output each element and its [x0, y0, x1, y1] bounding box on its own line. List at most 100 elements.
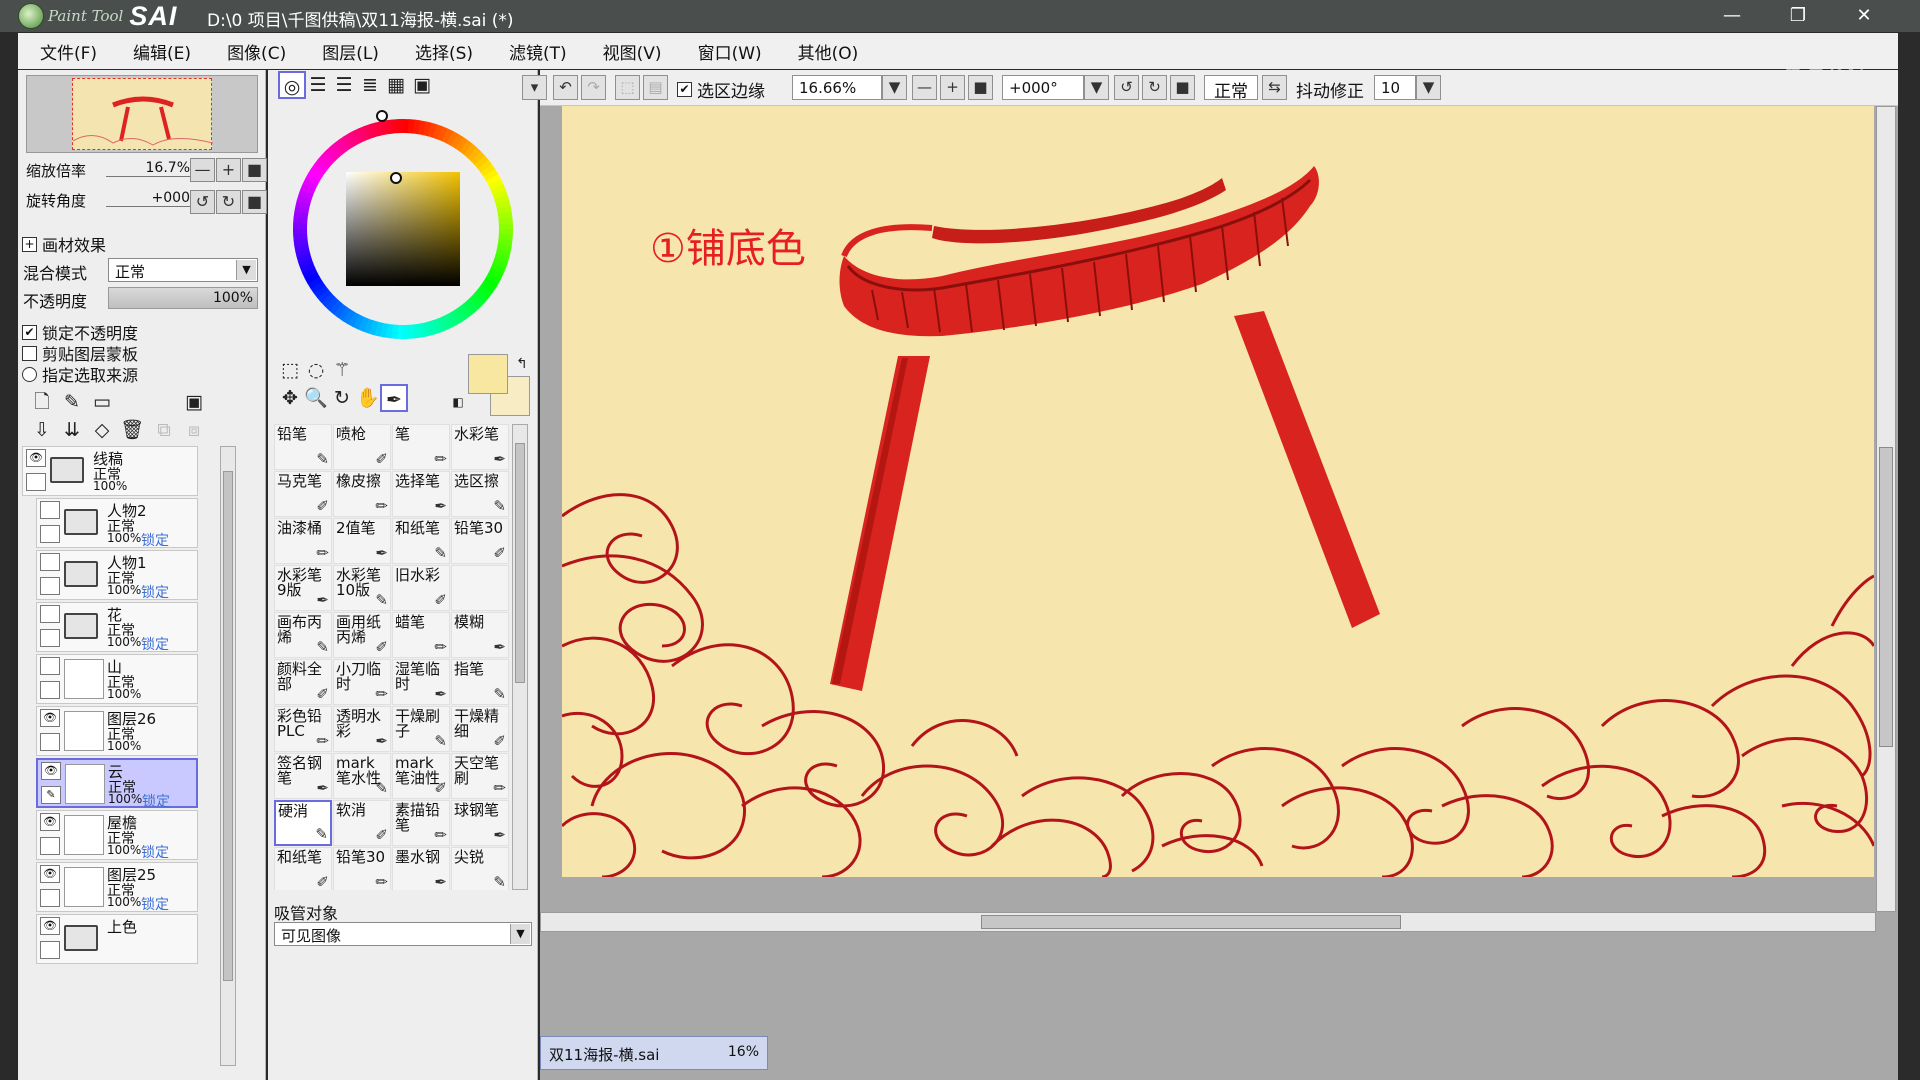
layer-row[interactable]: 花正常 100% 锁定	[36, 602, 198, 653]
zoom-out-icon[interactable]: —	[912, 75, 937, 100]
brush-slot[interactable]: 蜡笔 ✏	[392, 612, 450, 658]
transfer-down-icon[interactable]: ⇩	[28, 416, 56, 444]
merge-down-icon[interactable]: ⇊	[58, 416, 86, 444]
color-mix-tab-icon[interactable]: ≣	[356, 71, 384, 99]
toolbar-menu-icon[interactable]: ▾	[522, 75, 547, 100]
layer-row[interactable]: 人物1 正常 100% 锁定	[36, 550, 198, 601]
new-linework-layer-icon[interactable]: ✎	[58, 388, 86, 416]
flip-horizontal-icon[interactable]: ⇆	[1262, 75, 1287, 100]
brush-slot[interactable]: 水彩笔 ✒	[451, 424, 509, 470]
rotate-reset-icon[interactable]: ■	[1170, 75, 1195, 100]
expand-plus-icon[interactable]: +	[22, 236, 37, 252]
eye-icon[interactable]: 👁	[41, 762, 61, 780]
rotate-value[interactable]: +000	[106, 190, 190, 207]
brush-slot[interactable]: 干燥刷子 ✎	[392, 706, 450, 752]
layer-scroll-thumb[interactable]	[223, 471, 233, 981]
zoom-dropdown-icon[interactable]: ▼	[882, 75, 907, 100]
redo-icon[interactable]: ↷	[581, 75, 606, 100]
brush-slot[interactable]: 马克笔 ✐	[274, 471, 332, 517]
brush-slot[interactable]: 签名钢笔 ✒	[274, 753, 332, 799]
brush-slot[interactable]: 干燥精细 ✐	[451, 706, 509, 752]
eyedropper-icon[interactable]: ✒	[380, 384, 408, 412]
clear-layer-icon[interactable]: ◇	[88, 416, 116, 444]
selection-edge-toggle[interactable]: ✔ 选区边缘	[677, 77, 765, 102]
color-wheel-tab-icon[interactable]: ◎	[278, 71, 306, 99]
primary-color-swatch[interactable]	[468, 354, 508, 394]
eye-icon[interactable]: 👁	[40, 709, 60, 727]
brush-slot[interactable]: 旧水彩 ✐	[392, 565, 450, 611]
layer-row[interactable]: 👁 线稿 正常 100%	[22, 446, 198, 496]
blend-mode-dropdown[interactable]: 正常 ▼	[108, 258, 258, 282]
checkbox-checked-icon[interactable]: ✔	[677, 82, 692, 97]
menu-item-0[interactable]: 文件(F)	[40, 39, 97, 64]
rotation-field[interactable]: +000°	[1002, 75, 1084, 100]
brush-scroll-thumb[interactable]	[515, 443, 525, 683]
zoom-in-button[interactable]: +	[216, 158, 241, 182]
move-icon[interactable]: ✥	[276, 384, 304, 412]
menu-item-7[interactable]: 窗口(W)	[698, 39, 762, 64]
layer-row[interactable]: 👁 图层26 正常 100%	[36, 706, 198, 756]
layer-scrollbar[interactable]	[220, 446, 236, 1066]
brush-slot[interactable]: 铅笔 ✎	[274, 424, 332, 470]
layer-lock-icon[interactable]	[40, 733, 60, 751]
radio-icon[interactable]	[22, 366, 37, 382]
rotate-tool-icon[interactable]: ↻	[328, 384, 356, 412]
eye-icon[interactable]: 👁	[40, 813, 60, 831]
zoom-tool-icon[interactable]: 🔍	[302, 384, 330, 412]
canvas-vertical-scroll-thumb[interactable]	[1879, 447, 1893, 747]
menu-item-3[interactable]: 图层(L)	[322, 39, 379, 64]
checkbox-checked-icon[interactable]: ✔	[22, 324, 37, 340]
brush-slot[interactable]: 硬消 ✎	[274, 800, 332, 846]
layer-row[interactable]: 👁 屋檐 正常 100% 锁定	[36, 810, 198, 861]
hsv-slider-tab-icon[interactable]: ☰	[330, 71, 358, 99]
canvas-paper[interactable]: ①铺底色	[562, 106, 1874, 877]
layer-lock-icon[interactable]	[26, 473, 46, 491]
navigator-preview[interactable]	[26, 75, 258, 153]
brush-slot[interactable]: 软消 ✐	[333, 800, 391, 846]
brush-slot[interactable]: 湿笔临时 ✒	[392, 659, 450, 705]
zoom-fit-icon[interactable]: ■	[968, 75, 993, 100]
swap-colors-icon[interactable]: ↰	[508, 350, 536, 378]
document-tab[interactable]: 双11海报-横.sai 16%	[540, 1036, 768, 1070]
hue-picker-handle[interactable]	[376, 110, 388, 122]
rotate-cw-icon[interactable]: ↻	[1142, 75, 1167, 100]
swatches-tab-icon[interactable]: ▦	[382, 71, 410, 99]
menu-item-8[interactable]: 其他(O)	[798, 39, 859, 64]
layer-lock-icon[interactable]	[40, 941, 60, 959]
eyedropper-target-dropdown[interactable]: 可见图像 ▼	[274, 922, 532, 946]
zoom-field[interactable]: 16.66%	[792, 75, 882, 100]
zoom-reset-button[interactable]: ■	[242, 158, 267, 182]
brush-slot[interactable]: 水彩笔9版 ✒	[274, 565, 332, 611]
canvas-vertical-scrollbar[interactable]	[1876, 106, 1896, 912]
brush-slot[interactable]: 铅笔30 ✐	[451, 518, 509, 564]
magic-wand-icon[interactable]: ⚚	[328, 356, 356, 384]
invert-selection-icon[interactable]: ▤	[643, 75, 668, 100]
layer-lock-icon[interactable]	[40, 629, 60, 647]
opacity-slider[interactable]: 100%	[108, 287, 258, 309]
eye-hidden-icon[interactable]	[40, 553, 60, 571]
stabilizer-dropdown-icon[interactable]: ▼	[1416, 75, 1441, 100]
canvas-horizontal-scroll-thumb[interactable]	[981, 915, 1401, 929]
brush-slot[interactable]	[451, 565, 509, 611]
brush-slot[interactable]: mark笔油性 ✐	[392, 753, 450, 799]
brush-slot[interactable]: 油漆桶 ✏	[274, 518, 332, 564]
eye-icon[interactable]: 👁	[26, 449, 46, 467]
menu-item-6[interactable]: 视图(V)	[603, 39, 662, 64]
layer-row[interactable]: 👁 ✎ 云正常 100% 锁定	[36, 758, 198, 810]
eye-hidden-icon[interactable]	[40, 501, 60, 519]
minimize-button[interactable]: —	[1710, 2, 1754, 30]
eye-hidden-icon[interactable]	[40, 605, 60, 623]
brush-slot[interactable]: 指笔 ✎	[451, 659, 509, 705]
brush-slot[interactable]: 选区擦 ✎	[451, 471, 509, 517]
zoom-out-button[interactable]: —	[190, 158, 215, 182]
layer-row[interactable]: 👁 图层25 正常 100% 锁定	[36, 862, 198, 913]
layer-lock-icon[interactable]	[40, 889, 60, 907]
menu-item-5[interactable]: 滤镜(T)	[509, 39, 567, 64]
layer-lock-icon[interactable]	[40, 837, 60, 855]
scratchpad-tab-icon[interactable]: ▣	[408, 71, 436, 99]
new-layer-icon[interactable]: 🗋	[28, 388, 56, 416]
rotate-ccw-icon[interactable]: ↺	[1114, 75, 1139, 100]
brush-slot[interactable]: 模糊 ✒	[451, 612, 509, 658]
brush-slot[interactable]: mark笔水性 ✎	[333, 753, 391, 799]
rotation-dropdown-icon[interactable]: ▼	[1084, 75, 1109, 100]
